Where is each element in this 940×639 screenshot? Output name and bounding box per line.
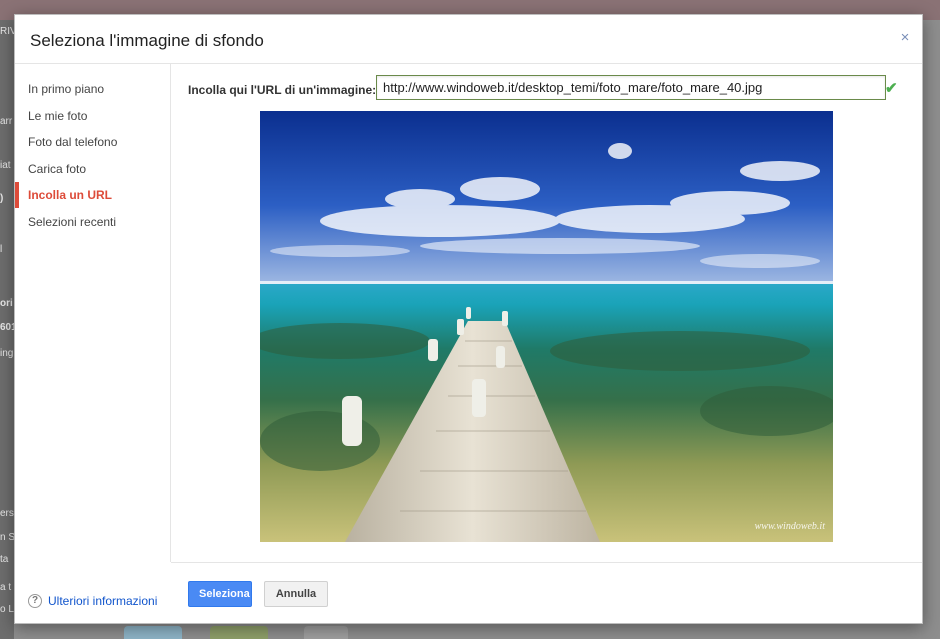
background-fragment: ers xyxy=(0,508,14,519)
background-fragment: RIV xyxy=(0,26,14,37)
sidebar-item-carica-foto[interactable]: Carica foto xyxy=(15,156,170,182)
help-icon: ? xyxy=(28,594,42,608)
footer-divider xyxy=(171,562,922,563)
background-thumbnail xyxy=(124,626,182,639)
url-panel: Incolla qui l'URL di un'immagine: ✔ xyxy=(171,64,921,562)
background-thumbnail xyxy=(210,626,268,639)
help-link[interactable]: ? Ulteriori informazioni xyxy=(28,594,157,608)
background-fragment: arr xyxy=(0,116,13,127)
sidebar: In primo piano Le mie foto Foto dal tele… xyxy=(15,64,171,608)
check-icon: ✔ xyxy=(885,80,898,97)
background-fragment: ) xyxy=(0,193,4,204)
background-fragment: ta xyxy=(0,554,9,565)
background-fragment: n S xyxy=(0,532,14,543)
background-fragment: iat xyxy=(0,160,11,171)
sidebar-item-foto-dal-telefono[interactable]: Foto dal telefono xyxy=(15,129,170,155)
sidebar-item-selezioni-recenti[interactable]: Selezioni recenti xyxy=(15,209,170,235)
image-preview: www.windoweb.it xyxy=(260,111,833,542)
background-right-panel xyxy=(921,20,940,639)
dialog-title: Seleziona l'immagine di sfondo xyxy=(30,31,264,50)
close-icon[interactable]: × xyxy=(897,29,913,47)
image-watermark: www.windoweb.it xyxy=(754,521,825,532)
background-fragment: ing xyxy=(0,348,14,359)
background-left-panel: RIV arr iat ) l ori 601 ing ers n S ta a… xyxy=(0,20,14,639)
background-fragment: l xyxy=(0,244,3,255)
background-image-dialog: Seleziona l'immagine di sfondo × In prim… xyxy=(14,14,923,624)
background-fragment: ori xyxy=(0,298,13,309)
select-button[interactable]: Seleziona xyxy=(188,581,252,607)
cancel-button[interactable]: Annulla xyxy=(264,581,328,607)
sidebar-item-le-mie-foto[interactable]: Le mie foto xyxy=(15,103,170,129)
sidebar-item-incolla-un-url[interactable]: Incolla un URL xyxy=(15,182,170,209)
background-thumbnail xyxy=(304,626,348,639)
background-fragment: 601 xyxy=(0,322,14,333)
help-link-label: Ulteriori informazioni xyxy=(48,594,158,608)
beach-pier-photo xyxy=(260,111,833,542)
sidebar-item-in-primo-piano[interactable]: In primo piano xyxy=(15,76,170,102)
background-bottom-strip xyxy=(14,622,921,639)
background-fragment: a t xyxy=(0,582,12,593)
url-input[interactable] xyxy=(376,75,886,100)
url-label: Incolla qui l'URL di un'immagine: xyxy=(188,83,377,97)
background-fragment: o L xyxy=(0,604,14,615)
